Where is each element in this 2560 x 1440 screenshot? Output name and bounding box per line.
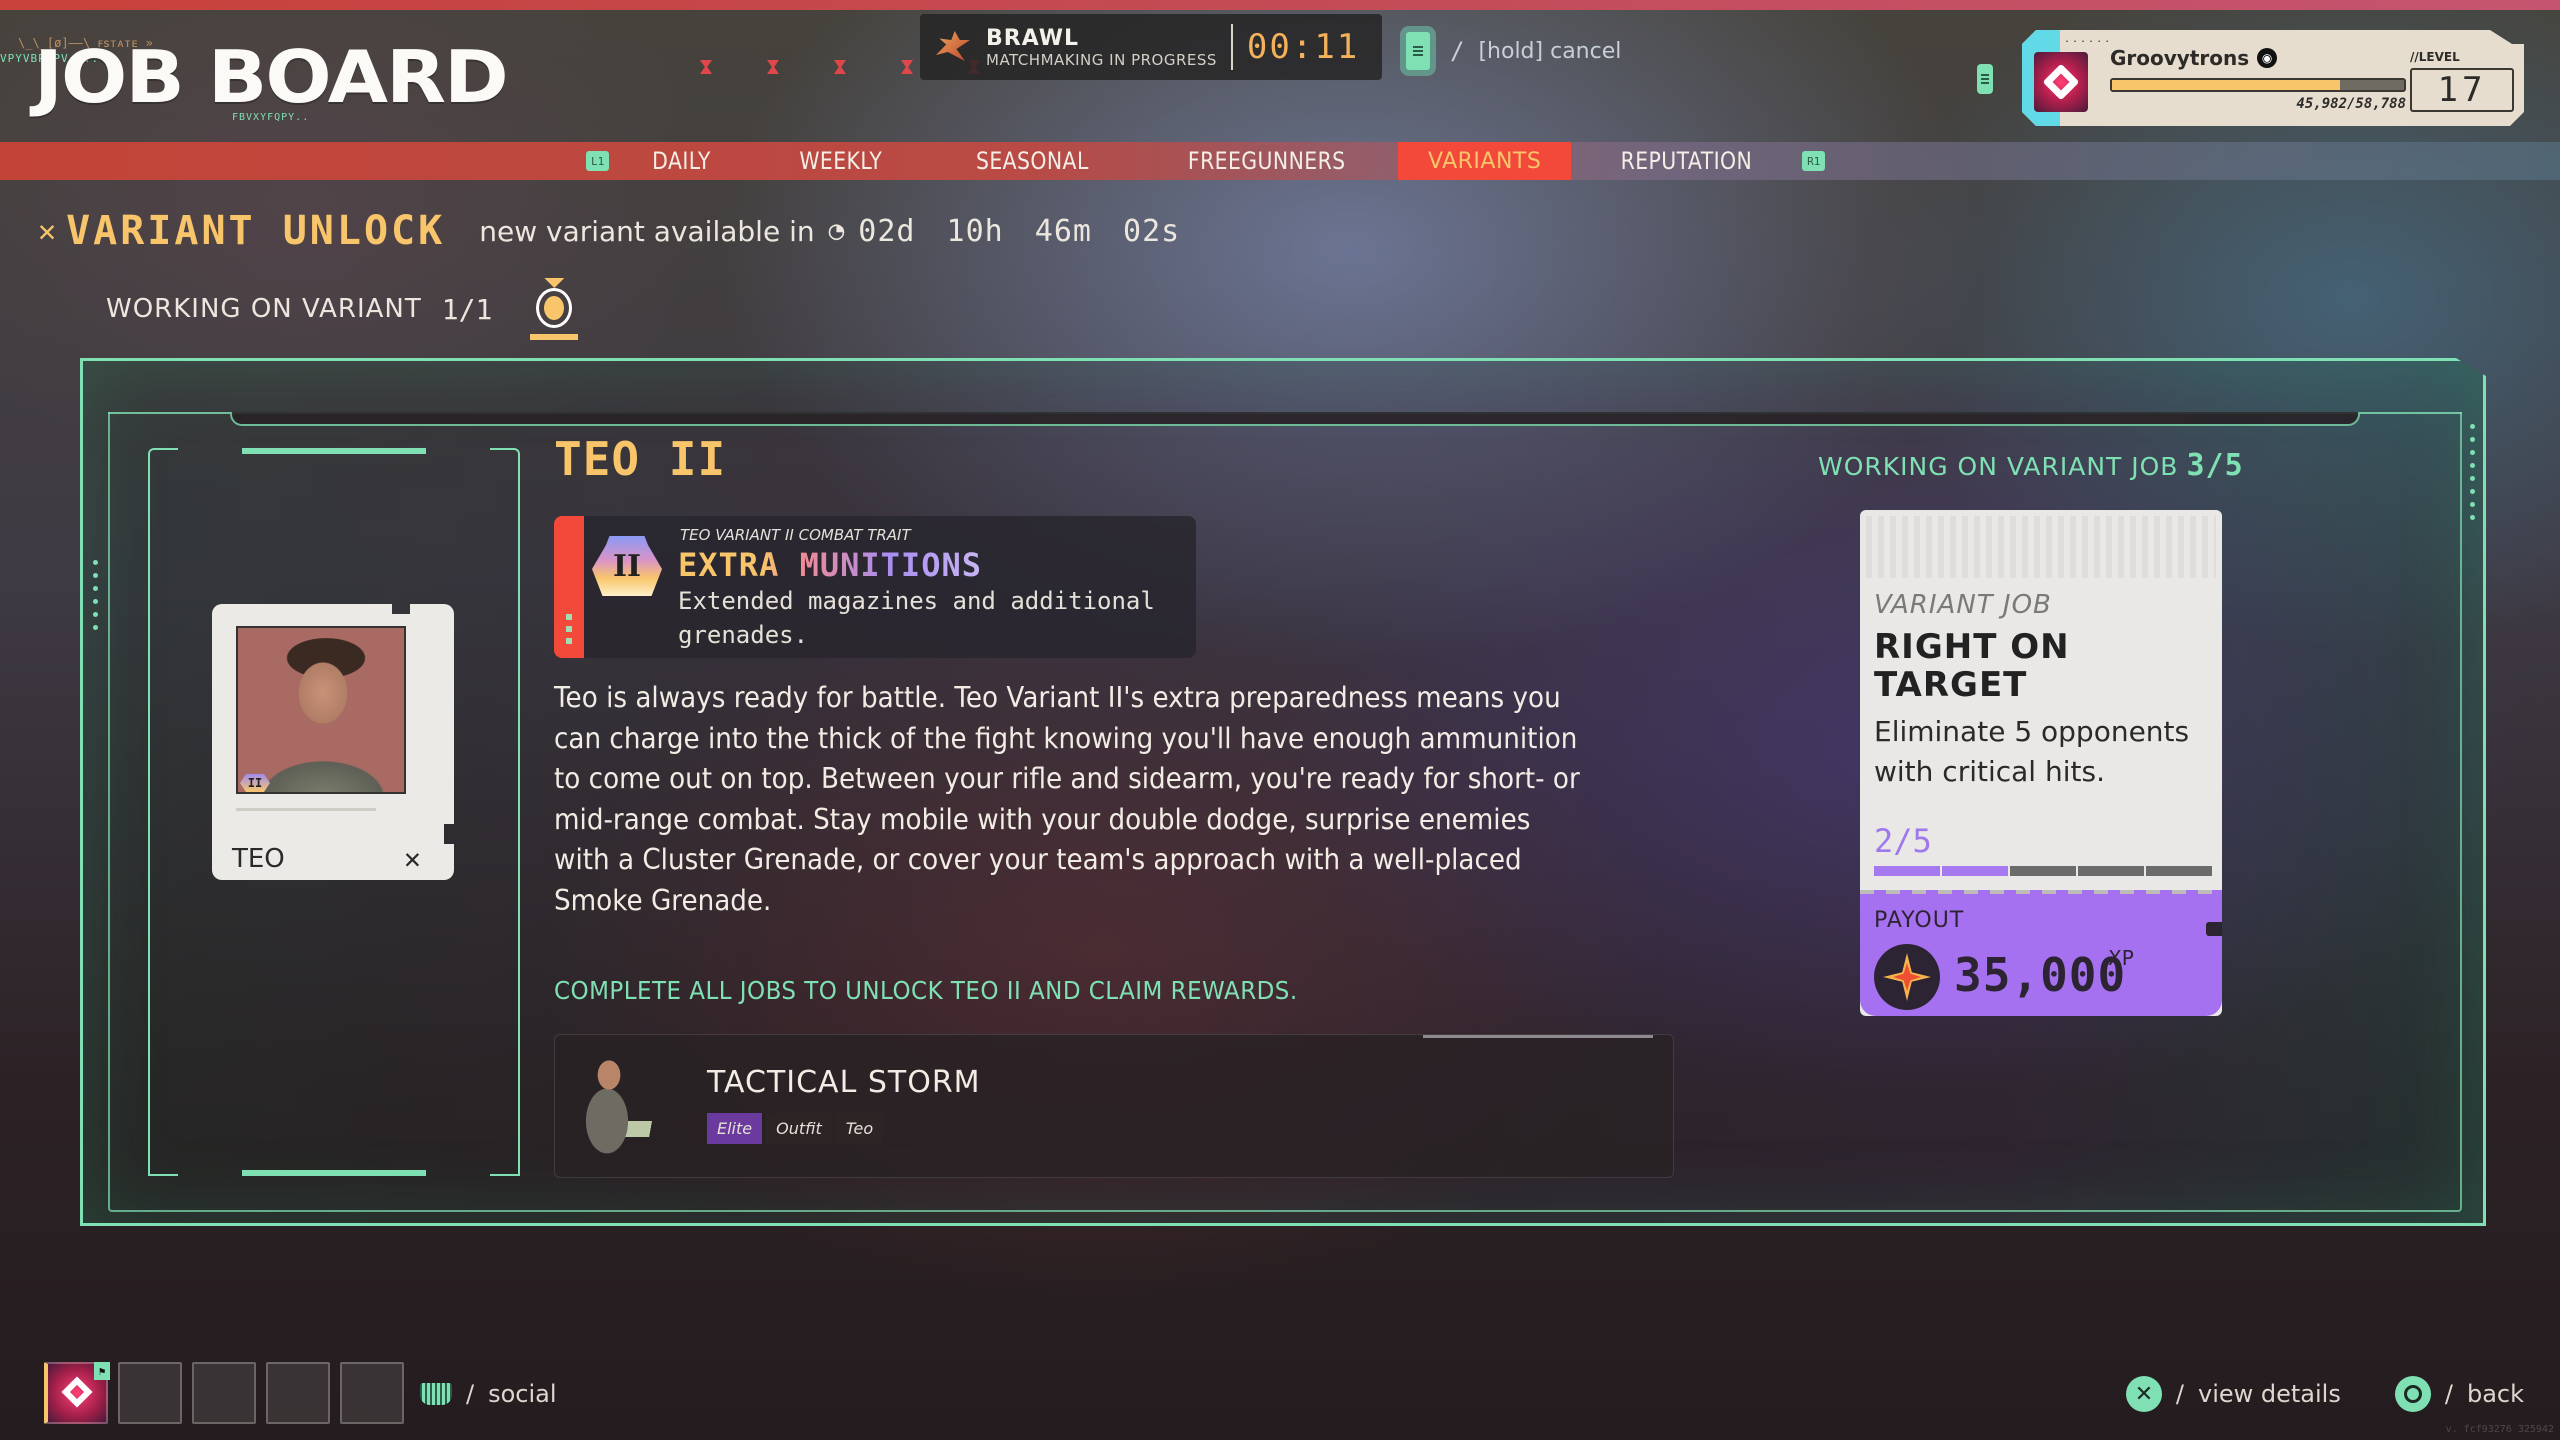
- assault-class-icon: ✕: [404, 842, 421, 875]
- payout: PAYOUT 35,000 XP: [1860, 890, 2222, 1016]
- variant-badge-icon: II: [240, 774, 270, 792]
- job-progress-segment: [2078, 866, 2144, 876]
- tab-seasonal[interactable]: SEASONAL: [943, 142, 1120, 180]
- variant-title: TEO II: [554, 432, 727, 486]
- match-status: MATCHMAKING IN PROGRESS: [986, 50, 1217, 69]
- tab-reputation[interactable]: REPUTATION: [1589, 142, 1785, 180]
- circle-button-icon[interactable]: [2394, 1376, 2431, 1412]
- xp-text: 45,982/58,788: [2296, 96, 2406, 112]
- variant-job-card[interactable]: VARIANT JOB RIGHT ON TARGET Eliminate 5 …: [1860, 510, 2222, 1016]
- matchmaking-status: BRAWL MATCHMAKING IN PROGRESS 00:11: [920, 14, 1382, 80]
- job-progress-bar: [1874, 866, 2212, 876]
- panel-dots-left: [93, 560, 98, 630]
- player-profile[interactable]: ...... Groovytrons ◉ 45,982/58,788 //LEV…: [2022, 30, 2524, 126]
- clock-icon: ◔: [828, 216, 845, 246]
- player-level: 17: [2410, 68, 2514, 112]
- party-slot-empty[interactable]: [340, 1362, 404, 1424]
- timer-label: new variant available in: [479, 214, 815, 248]
- working-label: WORKING ON VARIANT: [106, 294, 422, 324]
- payout-unit: XP: [2108, 946, 2134, 970]
- hero-card[interactable]: II TEO ✕: [212, 604, 454, 880]
- payout-value: 35,000: [1954, 948, 2127, 1002]
- version-string: v. fcf93276 325942: [2445, 1424, 2554, 1435]
- working-on-variant: WORKING ON VARIANT 1/1: [106, 278, 579, 340]
- panel-dots-right: [2470, 424, 2475, 520]
- outfit-preview: [573, 1051, 683, 1167]
- l1-bumper-icon[interactable]: L1: [586, 151, 610, 171]
- social-button[interactable]: / social: [420, 1380, 557, 1408]
- title-decoration-bottom: FBVXYFQPY..: [232, 112, 310, 123]
- combat-trait: II TEO VARIANT II COMBAT TRAIT EXTRA MUN…: [554, 516, 1196, 658]
- timer-value: 02d 10h 46m 02s: [858, 213, 1181, 249]
- touchpad-icon: [420, 1383, 452, 1405]
- top-accent-stripe: [0, 0, 2560, 10]
- tag-hero: Teo: [835, 1113, 884, 1144]
- party-slot-empty[interactable]: [118, 1362, 182, 1424]
- payout-label: PAYOUT: [1874, 908, 1965, 933]
- level-label: //LEVEL: [2410, 50, 2460, 64]
- match-timer: 00:11: [1246, 27, 1360, 67]
- job-progress-segment: [1942, 866, 2008, 876]
- reward-tags: Elite Outfit Teo: [707, 1113, 884, 1144]
- job-progress-segment: [1874, 866, 1940, 876]
- tag-outfit: Outfit: [766, 1113, 832, 1144]
- job-description: Eliminate 5 opponents with critical hits…: [1874, 715, 2190, 788]
- avatar: [2034, 52, 2088, 112]
- variant-medal-icon: [530, 278, 579, 340]
- cancel-label: [hold] cancel: [1478, 38, 1622, 64]
- tab-freegunners[interactable]: FREEGUNNERS: [1156, 142, 1378, 180]
- xp-progress-bar: [2110, 78, 2406, 92]
- profile-menu-button-icon[interactable]: [1977, 64, 1993, 94]
- player-name: Groovytrons ◉: [2110, 46, 2278, 70]
- job-type: VARIANT JOB: [1874, 590, 2052, 620]
- hero-portrait: [236, 626, 406, 794]
- variant-description: Teo is always ready for battle. Teo Vari…: [554, 681, 1580, 917]
- party-slot-empty[interactable]: [266, 1362, 330, 1424]
- divider: [1230, 24, 1233, 70]
- variant-unlock-icon: ✕: [38, 213, 57, 249]
- party-leader-flag-icon: ⚑: [94, 1362, 110, 1380]
- party-slot-empty[interactable]: [192, 1362, 256, 1424]
- tabs: L1 DAILY WEEKLY SEASONAL FREEGUNNERS VAR…: [586, 142, 1826, 180]
- page-title: JOB BOARD: [34, 36, 509, 120]
- footer-hints: ✕ / view details / back: [2125, 1376, 2524, 1412]
- trait-name: EXTRA MUNITIONS: [678, 546, 982, 584]
- section-title: VARIANT UNLOCK: [66, 208, 446, 254]
- options-button-icon: [1400, 26, 1436, 76]
- social-label: social: [488, 1380, 557, 1408]
- playstation-icon: ◉: [2257, 48, 2278, 68]
- back-button[interactable]: back: [2467, 1380, 2524, 1408]
- job-progress-text: 2/5: [1874, 822, 1932, 860]
- hero-name: TEO: [232, 844, 285, 874]
- match-mode: BRAWL: [986, 25, 1080, 51]
- tab-variants[interactable]: VARIANTS: [1397, 142, 1572, 180]
- party-slots: ⚑: [44, 1362, 404, 1424]
- trait-description: Extended magazines and additional grenad…: [678, 587, 1155, 649]
- tag-elite: Elite: [707, 1113, 763, 1144]
- hint-separator: /: [1450, 37, 1465, 65]
- trait-rank-icon: II: [592, 536, 662, 596]
- trait-subtitle: TEO VARIANT II COMBAT TRAIT: [680, 526, 911, 544]
- job-progress-header: WORKING ON VARIANT JOB 3/5: [1818, 448, 2244, 483]
- section-header: ✕ VARIANT UNLOCK new variant available i…: [38, 208, 1180, 254]
- cancel-matchmaking-button[interactable]: / [hold] cancel: [1400, 26, 1621, 76]
- cross-button-icon[interactable]: ✕: [2125, 1376, 2162, 1412]
- xp-star-icon: [1874, 944, 1940, 1010]
- xp-progress-fill: [2112, 80, 2341, 90]
- party-slot-self[interactable]: ⚑: [44, 1362, 110, 1424]
- reward-item[interactable]: TACTICAL STORM Elite Outfit Teo: [554, 1034, 1674, 1178]
- view-details-button[interactable]: view details: [2198, 1380, 2341, 1408]
- job-name: RIGHT ON TARGET: [1874, 627, 2070, 705]
- brawl-mode-icon: [932, 25, 976, 69]
- r1-bumper-icon[interactable]: R1: [1802, 151, 1826, 171]
- job-progress-segment: [2010, 866, 2076, 876]
- job-progress-segment: [2146, 866, 2212, 876]
- reward-name: TACTICAL STORM: [707, 1065, 981, 1100]
- unlock-instructions: COMPLETE ALL JOBS TO UNLOCK TEO II AND C…: [554, 976, 1298, 1005]
- tab-daily[interactable]: DAILY: [620, 142, 743, 180]
- tab-weekly[interactable]: WEEKLY: [767, 142, 915, 180]
- working-count: 1/1: [441, 292, 493, 326]
